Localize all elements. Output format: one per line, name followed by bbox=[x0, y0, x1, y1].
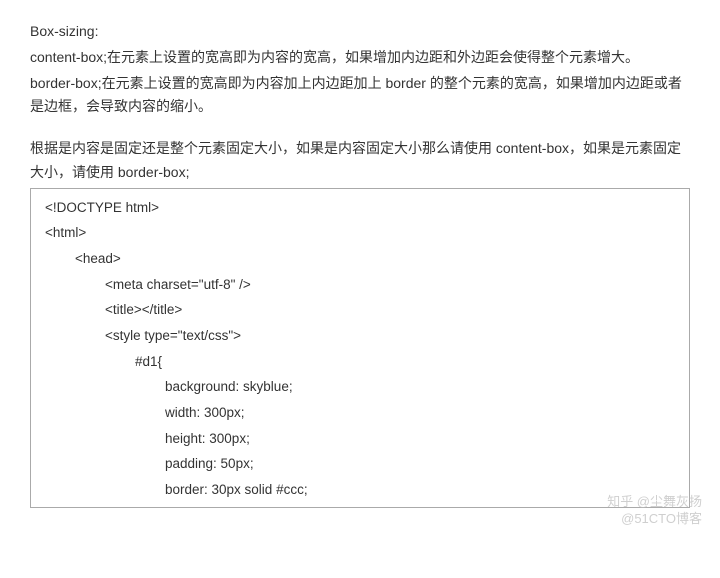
code-line: padding: 50px; bbox=[45, 451, 677, 477]
border-box-desc: border-box;在元素上设置的宽高即为内容加上内边距加上 border 的… bbox=[30, 72, 690, 120]
code-line: height: 300px; bbox=[45, 426, 677, 452]
code-line: margin: 100px; bbox=[45, 502, 677, 507]
watermark-line2: @51CTO博客 bbox=[607, 511, 690, 528]
code-line: <!DOCTYPE html> bbox=[45, 195, 677, 221]
code-line: background: skyblue; bbox=[45, 374, 677, 400]
code-line: width: 300px; bbox=[45, 400, 677, 426]
code-line: <head> bbox=[45, 246, 677, 272]
content-box-desc: content-box;在元素上设置的宽高即为内容的宽高，如果增加内边距和外边距… bbox=[30, 46, 690, 70]
heading-box-sizing: Box-sizing: bbox=[30, 20, 690, 44]
code-block: <!DOCTYPE html> <html> <head> <meta char… bbox=[30, 188, 690, 508]
usage-guideline: 根据是内容是固定还是整个元素固定大小，如果是内容固定大小那么请使用 conten… bbox=[30, 137, 690, 185]
code-line: #d1{ bbox=[45, 349, 677, 375]
code-line: <style type="text/css"> bbox=[45, 323, 677, 349]
code-line: <html> bbox=[45, 220, 677, 246]
spacer bbox=[30, 121, 690, 137]
code-line: border: 30px solid #ccc; bbox=[45, 477, 677, 503]
code-line: <meta charset="utf-8" /> bbox=[45, 272, 677, 298]
code-line: <title></title> bbox=[45, 297, 677, 323]
